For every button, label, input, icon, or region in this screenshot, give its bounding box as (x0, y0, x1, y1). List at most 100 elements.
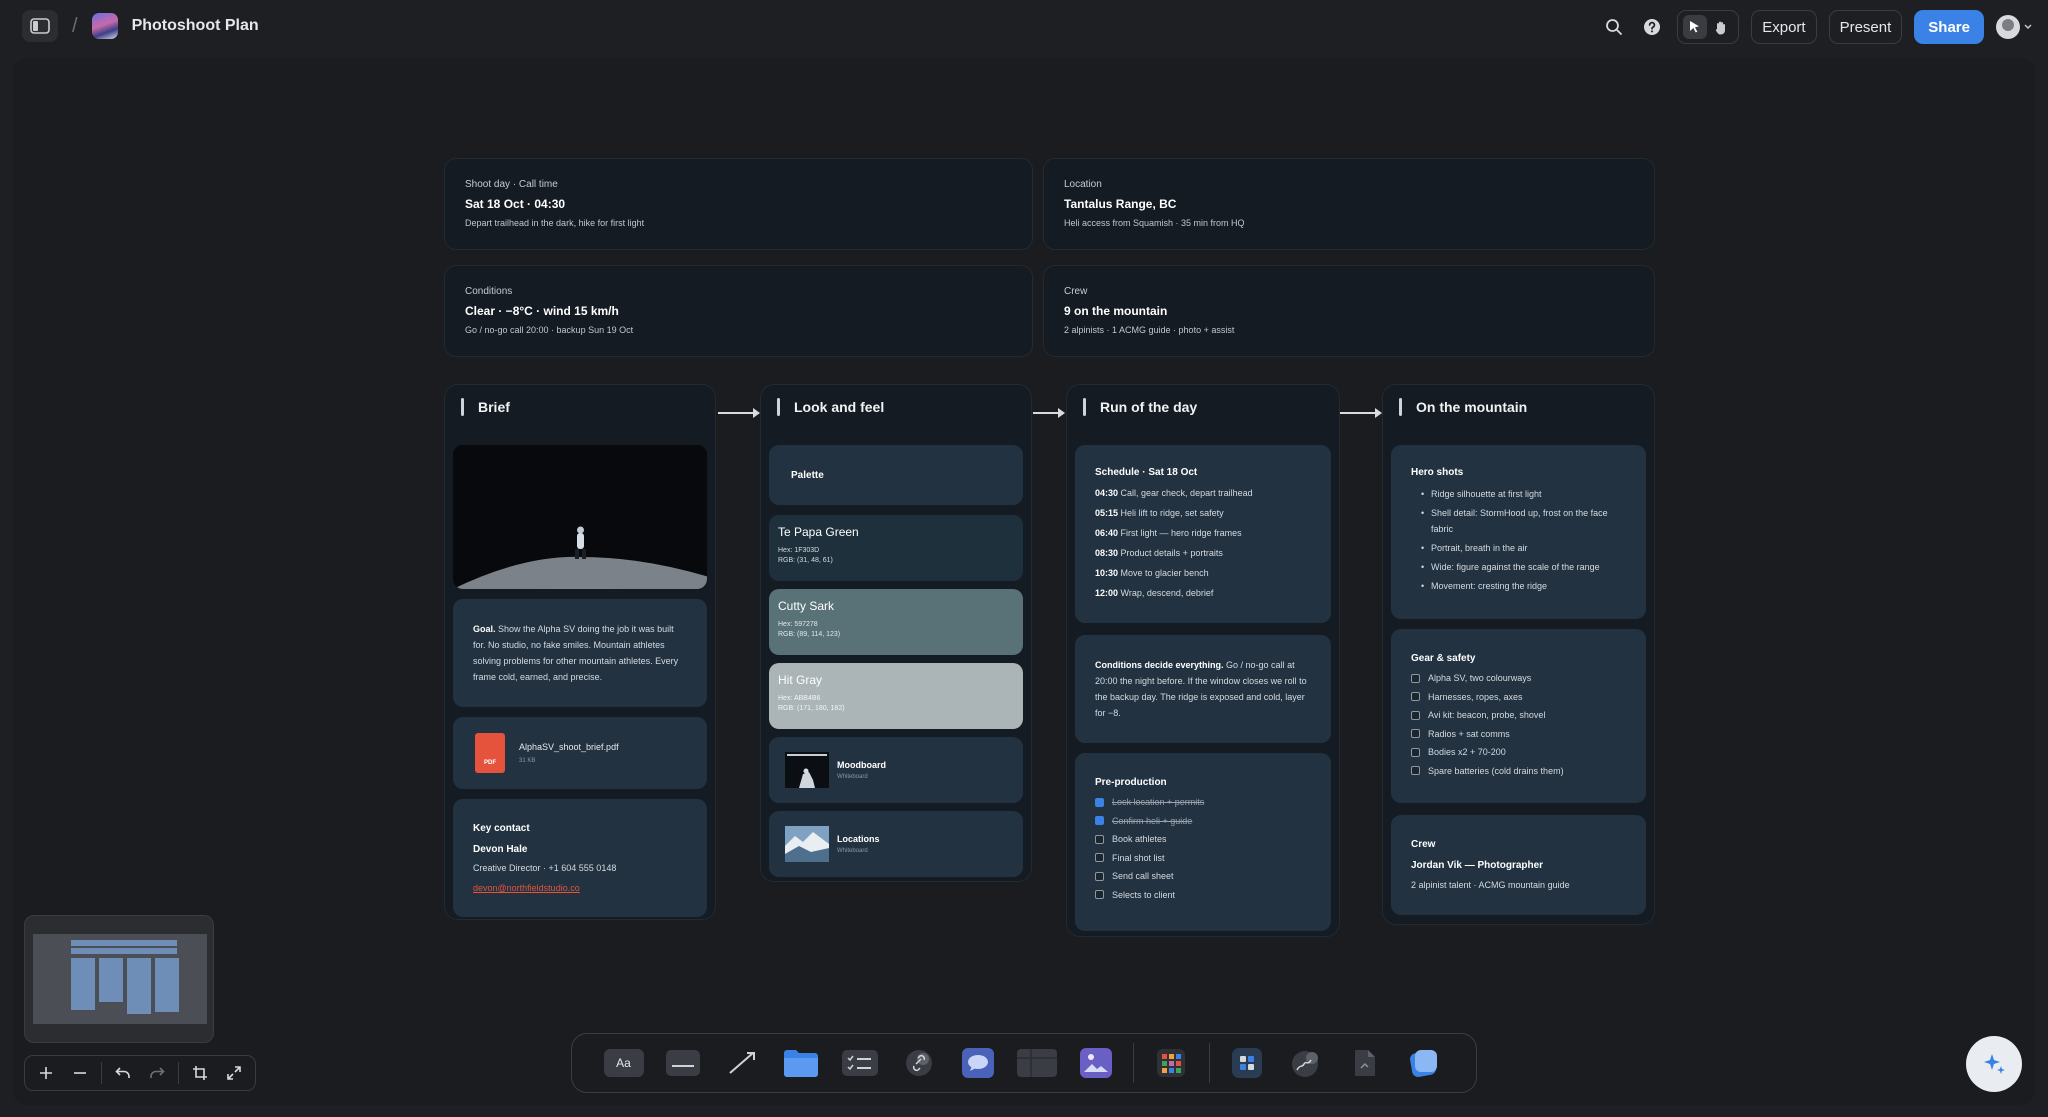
swatch-hex: Hex: 1F303D (778, 547, 820, 554)
checklist-item[interactable]: Spare batteries (cold drains them) (1411, 762, 1626, 781)
zoom-out-button[interactable] (67, 1060, 93, 1086)
expand-icon (227, 1066, 241, 1080)
line-tool-button[interactable] (712, 1041, 771, 1085)
present-button[interactable]: Present (1828, 10, 1903, 44)
contact-role: Creative Director · +1 604 555 0148 (473, 863, 617, 873)
sticker-tool-button[interactable] (1395, 1041, 1454, 1085)
sidebar-toggle-button[interactable] (22, 10, 58, 42)
info-card-shoot-day[interactable]: Shoot day · Call time Sat 18 Oct · 04:30… (444, 158, 1033, 250)
conditions-lead: Conditions decide everything. (1095, 660, 1224, 670)
column-on-the-mountain[interactable]: On the mountain Hero shots Ridge silhoue… (1382, 384, 1655, 925)
column-brief[interactable]: Brief Goal. Show the Alpha SV doing the … (444, 384, 716, 920)
chevron-down-icon (2024, 24, 2032, 29)
column-run-of-the-day[interactable]: Run of the day Schedule · Sat 18 Oct 04:… (1066, 384, 1340, 937)
account-menu[interactable] (1996, 15, 2032, 39)
schedule-note[interactable]: Schedule · Sat 18 Oct 04:30 Call, gear c… (1075, 445, 1331, 623)
checklist-item[interactable]: Bodies x2 + 70-200 (1411, 743, 1626, 762)
checklist-item[interactable]: Alpha SV, two colourways (1411, 669, 1626, 688)
column-header: Brief (445, 385, 715, 429)
checklist-tool-button[interactable] (830, 1041, 889, 1085)
checklist-item[interactable]: Avi kit: beacon, probe, shovel (1411, 706, 1626, 725)
document-tool-button[interactable] (1336, 1041, 1395, 1085)
note-tool-button[interactable] (653, 1041, 712, 1085)
hero-image[interactable] (453, 445, 707, 589)
checkbox[interactable] (1095, 871, 1104, 881)
locations-link[interactable]: Locations Whiteboard (769, 811, 1023, 877)
conditions-note[interactable]: Conditions decide everything. Go / no-go… (1075, 635, 1331, 743)
column-look-and-feel[interactable]: Look and feel Palette Te Papa Green Hex:… (760, 384, 1032, 882)
checklist-item[interactable]: Confirm heli + guide (1095, 812, 1311, 831)
gear-safety-checklist[interactable]: Gear & safety Alpha SV, two colourways H… (1391, 629, 1646, 803)
share-button[interactable]: Share (1914, 10, 1984, 44)
crew-name: Jordan Vik — Photographer (1411, 860, 1544, 871)
column-title: On the mountain (1416, 399, 1528, 415)
folder-tool-button[interactable] (771, 1041, 830, 1085)
file-attachment[interactable]: PDF AlphaSV_shoot_brief.pdf 31 KB (453, 717, 707, 789)
palette-header[interactable]: Palette (769, 445, 1023, 505)
swatch-hit-gray[interactable]: Hit Gray Hex: ABB4B6 RGB: (171, 180, 182… (769, 663, 1023, 729)
swatch-cutty-sark[interactable]: Cutty Sark Hex: 597278 RGB: (89, 114, 12… (769, 589, 1023, 655)
contact-email-link[interactable]: devon@northfieldstudio.co (473, 880, 687, 896)
preproduction-checklist[interactable]: Pre-production Lock location + permits C… (1075, 753, 1331, 931)
apps-tool-button[interactable] (1142, 1041, 1201, 1085)
comment-tool-button[interactable] (948, 1041, 1007, 1085)
info-card-location[interactable]: Location Tantalus Range, BC Heli access … (1043, 158, 1655, 250)
checkbox-checked[interactable] (1095, 816, 1104, 826)
checkbox[interactable] (1411, 747, 1420, 757)
checkbox-checked[interactable] (1095, 797, 1104, 807)
checklist-item[interactable]: Lock location + permits (1095, 793, 1311, 812)
moodboard-link[interactable]: Moodboard Whiteboard (769, 737, 1023, 803)
checkbox[interactable] (1095, 834, 1104, 844)
link-subtitle: Whiteboard (837, 774, 868, 780)
text-tool-button[interactable]: Aa (594, 1041, 653, 1085)
key-contact-note[interactable]: Key contact Devon Hale Creative Director… (453, 799, 707, 917)
checkbox[interactable] (1411, 673, 1420, 683)
checkbox[interactable] (1411, 692, 1420, 702)
select-tool-button[interactable] (1683, 15, 1708, 39)
image-tool-button[interactable] (1066, 1041, 1125, 1085)
swatch-name: Hit Gray (778, 673, 823, 687)
info-card-subtext: Go / no-go call 20:00 · backup Sun 19 Oc… (465, 325, 634, 335)
checkbox[interactable] (1411, 729, 1420, 739)
hero-shots-note[interactable]: Hero shots Ridge silhouette at first lig… (1391, 445, 1646, 619)
checkbox[interactable] (1411, 710, 1420, 720)
schedule-item: 06:40 First light — hero ridge frames (1095, 528, 1242, 538)
column-header: Look and feel (761, 385, 1031, 429)
info-card-subtext: 2 alpinists · 1 ACMG guide · photo + ass… (1064, 325, 1235, 335)
info-card-conditions[interactable]: Conditions Clear · −8°C · wind 15 km/h G… (444, 265, 1033, 357)
goal-text: Show the Alpha SV doing the job it was b… (473, 624, 679, 682)
undo-button[interactable] (110, 1060, 136, 1086)
redo-button[interactable] (144, 1060, 170, 1086)
link-tool-button[interactable] (889, 1041, 948, 1085)
checklist-item[interactable]: Book athletes (1095, 830, 1311, 849)
ai-assistant-button[interactable] (1966, 1036, 2022, 1092)
goal-note[interactable]: Goal. Show the Alpha SV doing the job it… (453, 599, 707, 707)
checkbox[interactable] (1411, 766, 1420, 776)
page-title[interactable]: Photoshoot Plan (132, 17, 259, 35)
checklist-item[interactable]: Selects to client (1095, 886, 1311, 905)
moodboard-thumbnail (785, 752, 829, 788)
hand-tool-button[interactable] (1709, 15, 1733, 39)
minimap[interactable] (24, 915, 214, 1043)
help-button[interactable] (1639, 14, 1665, 40)
export-button[interactable]: Export (1751, 10, 1817, 44)
search-button[interactable] (1601, 14, 1627, 40)
table-tool-button[interactable] (1007, 1041, 1066, 1085)
swatch-te-papa-green[interactable]: Te Papa Green Hex: 1F303D RGB: (31, 48, … (769, 515, 1023, 581)
file-size: 31 KB (519, 758, 536, 764)
checkbox[interactable] (1095, 853, 1104, 863)
locations-thumbnail (785, 826, 829, 862)
fullscreen-button[interactable] (221, 1060, 247, 1086)
checklist-item[interactable]: Radios + sat comms (1411, 725, 1626, 744)
info-card-crew[interactable]: Crew 9 on the mountain 2 alpinists · 1 A… (1043, 265, 1655, 357)
checklist-item[interactable]: Final shot list (1095, 849, 1311, 868)
zoom-in-button[interactable] (33, 1060, 59, 1086)
crew-note[interactable]: Crew Jordan Vik — Photographer 2 alpinis… (1391, 815, 1646, 915)
checkbox[interactable] (1095, 890, 1104, 900)
draw-tool-button[interactable] (1277, 1041, 1336, 1085)
checklist-item[interactable]: Harnesses, ropes, axes (1411, 688, 1626, 707)
checklist-item[interactable]: Send call sheet (1095, 867, 1311, 886)
top-bar: / Photoshoot Plan Export Present Share (0, 0, 2048, 54)
widgets-tool-button[interactable] (1218, 1041, 1277, 1085)
fit-frame-button[interactable] (187, 1060, 213, 1086)
